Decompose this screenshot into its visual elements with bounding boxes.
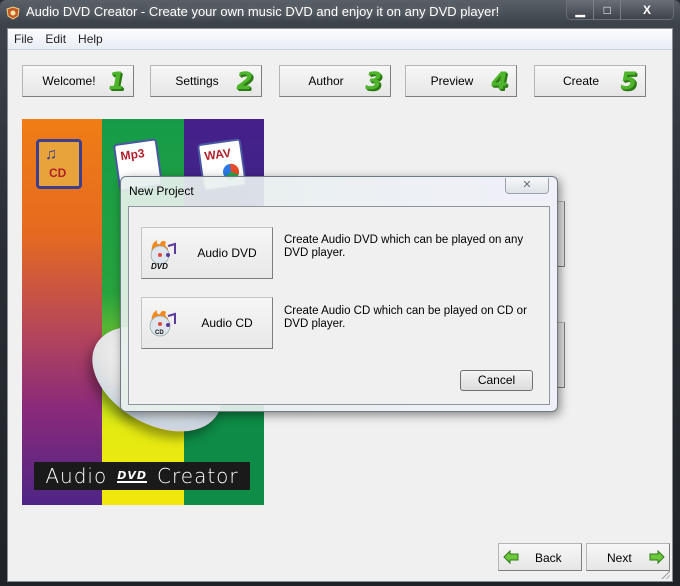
audio-dvd-label: Audio DVD [197, 246, 257, 260]
close-icon: ✕ [522, 179, 532, 191]
step-label: Create [562, 74, 600, 88]
step-number-3-icon: 3 [365, 67, 382, 95]
step-label: Welcome! [42, 74, 96, 88]
music-note-icon: ♫ [45, 146, 57, 163]
step-author-button[interactable]: Author 3 [279, 65, 391, 97]
step-number-4-icon: 4 [491, 67, 508, 95]
back-label: Back [535, 551, 562, 565]
dialog-body: DVD Audio DVD Create Audio DVD which can… [128, 206, 550, 405]
step-label: Preview [430, 74, 474, 88]
cd-case-icon: CD ♫ [36, 139, 82, 189]
minimize-button[interactable]: ▁ [567, 0, 594, 19]
window-title: Audio DVD Creator - Create your own musi… [26, 4, 500, 19]
new-project-dialog: New Project ✕ DVD Audio DVD Create Audio… [120, 176, 558, 412]
cancel-button[interactable]: Cancel [460, 370, 533, 391]
step-number-1-icon: 1 [108, 67, 125, 95]
burn-dvd-icon: DVD [150, 240, 176, 270]
svg-text:DVD: DVD [151, 262, 168, 270]
audio-cd-description: Create Audio CD which can be played on C… [284, 305, 527, 330]
burn-cd-icon: CD [149, 310, 176, 337]
maximize-button[interactable]: □ [593, 0, 620, 19]
step-label: Author [308, 74, 344, 88]
title-bar[interactable]: Audio DVD Creator - Create your own musi… [0, 0, 680, 26]
menu-edit[interactable]: Edit [39, 32, 72, 46]
step-welcome-button[interactable]: Welcome! 1 [22, 65, 134, 97]
logo-text-right: Creator [157, 464, 239, 488]
menu-file[interactable]: File [8, 32, 39, 46]
banner-logo: Audio DVD Creator [34, 462, 250, 490]
arrow-left-icon [503, 550, 519, 564]
dialog-title: New Project [129, 184, 194, 198]
close-icon: X [642, 2, 651, 17]
close-button[interactable]: X [620, 0, 673, 19]
step-label: Settings [175, 74, 219, 88]
step-number-2-icon: 2 [236, 67, 253, 95]
audio-dvd-button[interactable]: DVD Audio DVD [141, 227, 273, 279]
next-label: Next [607, 551, 632, 565]
wav-icon-label: WAV [203, 145, 232, 164]
next-button[interactable]: Next [586, 543, 670, 571]
step-preview-button[interactable]: Preview 4 [405, 65, 517, 97]
dialog-close-button[interactable]: ✕ [505, 178, 549, 194]
audio-cd-button[interactable]: CD Audio CD [141, 297, 273, 349]
back-button[interactable]: Back [498, 543, 582, 571]
caption-buttons: ▁ □ X [566, 0, 674, 20]
menu-help[interactable]: Help [72, 32, 109, 46]
cd-icon-label: CD [49, 166, 67, 180]
step-number-5-icon: 5 [620, 67, 637, 95]
audio-dvd-description: Create Audio DVD which can be played on … [284, 234, 524, 259]
menu-bar: File Edit Help [8, 29, 672, 50]
maximize-icon: □ [603, 2, 611, 17]
minimize-icon: ▁ [575, 2, 585, 17]
step-settings-button[interactable]: Settings 2 [150, 65, 262, 97]
audio-cd-label: Audio CD [201, 316, 253, 330]
mp3-icon-label: Mp3 [119, 146, 146, 164]
dvd-logo-icon: DVD [117, 468, 148, 483]
svg-text:CD: CD [155, 330, 164, 336]
step-create-button[interactable]: Create 5 [534, 65, 646, 97]
logo-text-left: Audio [45, 464, 108, 488]
app-icon [6, 6, 20, 20]
arrow-right-icon [649, 550, 665, 564]
